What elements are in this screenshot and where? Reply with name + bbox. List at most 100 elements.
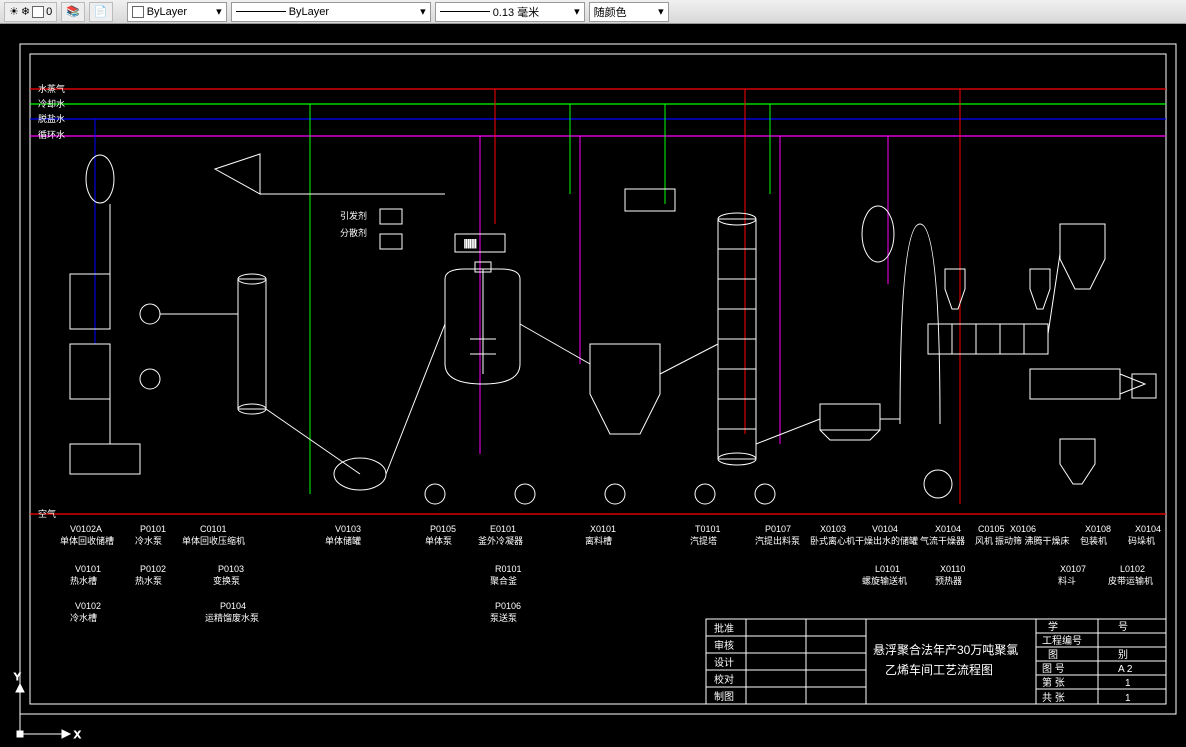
layer-label: 0	[46, 6, 52, 18]
linetype-text: ByLayer	[289, 6, 329, 18]
outer-border	[20, 44, 1176, 714]
svg-text:包装机: 包装机	[1080, 535, 1107, 546]
svg-text:T0101: T0101	[695, 524, 721, 534]
svg-text:V0103: V0103	[335, 524, 361, 534]
layer-select[interactable]: ByLayer▾	[127, 2, 227, 22]
layer-color: ❄	[21, 5, 30, 18]
svg-text:泵送泵: 泵送泵	[490, 612, 517, 623]
svg-text:L0101: L0101	[875, 564, 900, 574]
svg-text:冷水泵: 冷水泵	[135, 535, 162, 546]
ucs-icon: X Y	[14, 672, 81, 741]
svg-text:|||||||: |||||||	[464, 238, 477, 248]
svg-text:单体回收压缩机: 单体回收压缩机	[182, 535, 245, 546]
svg-text:离料槽: 离料槽	[585, 535, 612, 546]
svg-text:V0104: V0104	[872, 524, 898, 534]
lbl-initiator: 引发剂	[340, 210, 367, 221]
lbl-circ: 循环水	[38, 129, 65, 140]
svg-text:1: 1	[1125, 678, 1131, 689]
inner-border	[30, 54, 1166, 704]
svg-text:P0104: P0104	[220, 601, 246, 611]
svg-text:X0101: X0101	[590, 524, 616, 534]
svg-text:预热器: 预热器	[935, 575, 962, 586]
svg-text:X: X	[74, 730, 81, 741]
eq-row1: V0102A单体回收储槽 P0101冷水泵 C0101单体回收压缩机 V0103…	[60, 524, 1161, 546]
svg-text:热水槽: 热水槽	[70, 575, 97, 586]
lbl-reflux: 脱盐水	[38, 113, 65, 124]
svg-text:气流干燥器: 气流干燥器	[920, 535, 965, 546]
eq-row2: V0101热水槽 P0102热水泵 P0103变换泵 R0101聚合釜 L010…	[70, 564, 1153, 586]
svg-text:乙烯车间工艺流程图: 乙烯车间工艺流程图	[885, 662, 993, 677]
svg-text:单体储罐: 单体储罐	[325, 535, 361, 546]
title-block: 批准 审核 设计 校对 制图 悬浮聚合法年产30万吨聚氯 乙烯车间工艺流程图 学…	[706, 619, 1166, 704]
svg-text:卧式离心机: 卧式离心机	[810, 535, 855, 546]
svg-text:单体回收储槽: 单体回收储槽	[60, 535, 114, 546]
svg-text:X0106: X0106	[1010, 524, 1036, 534]
svg-text:X0103: X0103	[820, 524, 846, 534]
svg-text:图: 图	[1048, 649, 1058, 661]
svg-text:审核: 审核	[714, 639, 734, 652]
lbl-cooling: 冷却水	[38, 98, 65, 109]
svg-text:P0107: P0107	[765, 524, 791, 534]
svg-text:干燥出水的储罐: 干燥出水的储罐	[855, 535, 918, 546]
svg-text:共 张: 共 张	[1042, 692, 1065, 704]
svg-text:P0106: P0106	[495, 601, 521, 611]
svg-text:A 2: A 2	[1118, 664, 1133, 675]
svg-text:制图: 制图	[714, 690, 734, 703]
lbl-air: 空气	[38, 508, 56, 519]
svg-text:设计: 设计	[714, 656, 734, 669]
layers-icon[interactable]: 📚	[61, 2, 85, 22]
svg-text:皮带运输机: 皮带运输机	[1108, 575, 1153, 586]
diagram-svg: 水蒸气 冷却水 脱盐水 循环水 空气 |||||||	[0, 24, 1186, 747]
svg-text:图 号: 图 号	[1042, 663, 1065, 675]
svg-text:批准: 批准	[714, 622, 734, 635]
svg-text:运精馏废水泵: 运精馏废水泵	[205, 612, 259, 623]
layers-stack-icon[interactable]: 📄	[89, 2, 113, 22]
svg-text:振动筛 沸腾干燥床: 振动筛 沸腾干燥床	[995, 535, 1070, 546]
svg-text:料斗: 料斗	[1058, 575, 1076, 586]
layer-btn[interactable]: ☀❄0	[4, 2, 57, 22]
color-select[interactable]: 随颜色▾	[589, 2, 669, 22]
svg-text:校对: 校对	[714, 673, 734, 686]
svg-text:V0102: V0102	[75, 601, 101, 611]
svg-text:学: 学	[1048, 620, 1058, 633]
svg-text:号: 号	[1118, 621, 1128, 633]
svg-text:X0104: X0104	[1135, 524, 1161, 534]
lbl-steam: 水蒸气	[38, 83, 65, 94]
svg-text:汽提塔: 汽提塔	[690, 535, 717, 546]
svg-text:冷水槽: 冷水槽	[70, 612, 97, 623]
svg-text:第 张: 第 张	[1042, 676, 1065, 689]
svg-text:聚合釜: 聚合釜	[490, 575, 517, 586]
svg-text:单体泵: 单体泵	[425, 535, 452, 546]
svg-text:L0102: L0102	[1120, 564, 1145, 574]
svg-text:X0107: X0107	[1060, 564, 1086, 574]
svg-text:别: 别	[1118, 649, 1128, 661]
svg-text:V0102A: V0102A	[70, 524, 102, 534]
svg-text:P0102: P0102	[140, 564, 166, 574]
svg-text:汽提出料泵: 汽提出料泵	[755, 535, 800, 546]
lineweight-select[interactable]: 0.13 毫米▾	[435, 2, 585, 22]
svg-text:工程编号: 工程编号	[1042, 634, 1082, 647]
svg-text:码垛机: 码垛机	[1128, 535, 1155, 546]
svg-text:螺旋输送机: 螺旋输送机	[862, 575, 907, 586]
svg-text:P0103: P0103	[218, 564, 244, 574]
svg-text:P0105: P0105	[430, 524, 456, 534]
lw-text: 0.13 毫米	[493, 4, 539, 20]
svg-text:P0101: P0101	[140, 524, 166, 534]
svg-text:变换泵: 变换泵	[213, 575, 240, 586]
svg-text:E0101: E0101	[490, 524, 516, 534]
svg-text:热水泵: 热水泵	[135, 575, 162, 586]
svg-text:1: 1	[1125, 693, 1131, 704]
svg-text:X0110: X0110	[940, 564, 965, 574]
linetype-select[interactable]: ByLayer▾	[231, 2, 431, 22]
color-text: 随颜色	[594, 4, 627, 20]
svg-text:C0101: C0101	[200, 524, 227, 534]
svg-text:X0104: X0104	[935, 524, 961, 534]
svg-text:C0105: C0105	[978, 524, 1005, 534]
drawing-canvas[interactable]: 水蒸气 冷却水 脱盐水 循环水 空气 |||||||	[0, 24, 1186, 747]
svg-text:风机: 风机	[975, 535, 993, 546]
svg-text:悬浮聚合法年产30万吨聚氯: 悬浮聚合法年产30万吨聚氯	[873, 642, 1018, 657]
equipment-group: |||||||	[70, 154, 1156, 504]
svg-text:釜外冷凝器: 釜外冷凝器	[478, 535, 523, 546]
svg-text:R0101: R0101	[495, 564, 522, 574]
cad-toolbar: ☀❄0 📚 📄 ByLayer▾ ByLayer▾ 0.13 毫米▾ 随颜色▾	[0, 0, 1186, 24]
